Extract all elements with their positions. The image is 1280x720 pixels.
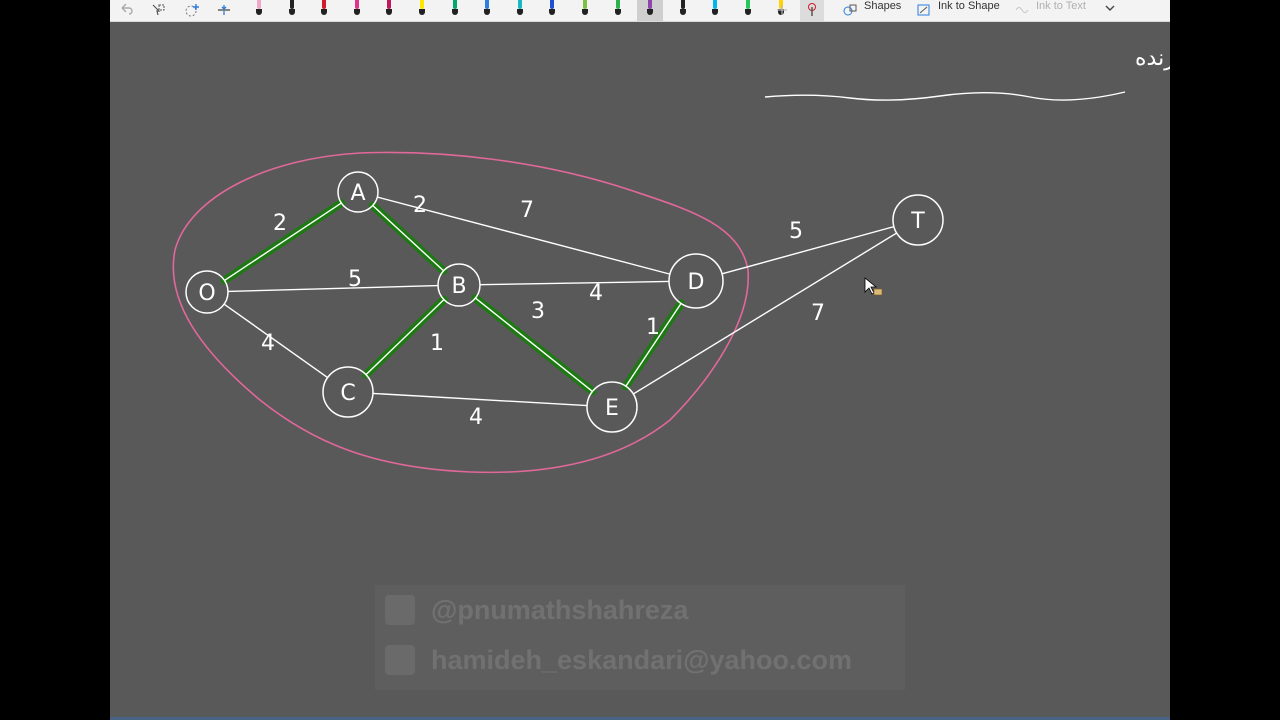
node-A: A [337, 171, 379, 213]
edge-C-E [372, 392, 588, 407]
node-E: E [586, 381, 638, 433]
node-O: O [185, 270, 229, 314]
weight-B-C: 1 [430, 331, 444, 356]
node-label-E: E [605, 396, 619, 421]
weight-O-B: 5 [348, 267, 362, 292]
node-label-O: O [198, 281, 215, 306]
node-label-A: A [350, 181, 365, 206]
page-title: مسئله کوتاهترین درخت در برگیرنده [1135, 45, 1170, 71]
mouse-cursor-icon [864, 277, 883, 296]
node-label-C: C [340, 381, 355, 406]
edge-B-D [479, 280, 670, 286]
weight-B-E: 3 [531, 299, 545, 324]
subgraph-boundary [172, 151, 749, 474]
weight-A-B: 2 [413, 193, 427, 218]
node-label-T: T [910, 209, 925, 234]
node-C: C [322, 366, 374, 418]
weight-C-E: 4 [469, 405, 483, 430]
weight-D-E: 1 [646, 315, 660, 340]
edge-O-C [223, 303, 329, 379]
edge-O-B [227, 284, 439, 293]
node-B: B [437, 263, 481, 307]
onenote-canvas-frame: Shapes Ink to Shape Ink to Text مسئله کو… [110, 0, 1170, 720]
weight-D-T: 5 [789, 219, 803, 244]
email-icon [385, 645, 415, 675]
weight-B-D: 4 [589, 281, 603, 306]
weight-A-D: 7 [520, 198, 534, 223]
node-label-B: B [451, 274, 466, 299]
watermark: @pnumathshahreza hamideh_eskandari@yahoo… [375, 585, 905, 690]
node-T: T [892, 194, 944, 246]
watermark-telegram: @pnumathshahreza [431, 594, 689, 625]
graph-nodes: A O B C D E T [185, 171, 944, 433]
telegram-icon [385, 595, 415, 625]
watermark-email: hamideh_eskandari@yahoo.com [431, 644, 852, 675]
weight-O-A: 2 [273, 211, 287, 236]
weight-E-T: 7 [811, 301, 825, 326]
edge-A-B [372, 205, 445, 272]
title-underline [764, 91, 1126, 101]
weight-O-C: 4 [261, 331, 275, 356]
node-label-D: D [688, 270, 705, 295]
node-D: D [668, 253, 724, 309]
